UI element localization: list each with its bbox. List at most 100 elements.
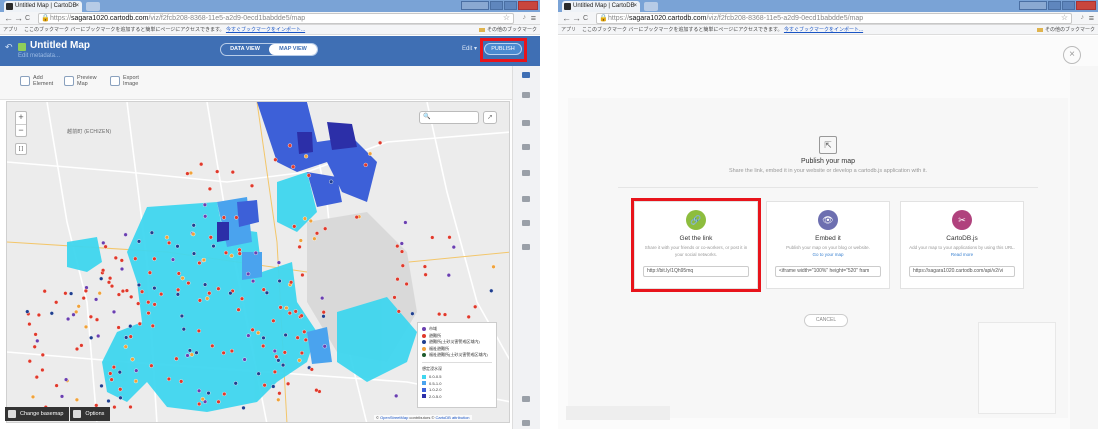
shelter-point[interactable]: [74, 346, 80, 352]
share-icon[interactable]: ➚: [483, 111, 497, 124]
close-modal-icon[interactable]: ×: [1063, 46, 1081, 64]
shelter-point[interactable]: [176, 287, 181, 292]
shelter-point[interactable]: [136, 239, 142, 244]
shelter-point[interactable]: [276, 397, 281, 402]
shelter-point[interactable]: [287, 311, 292, 316]
shelter-point[interactable]: [314, 231, 320, 236]
browser-tab[interactable]: Untitled Map | CartoDB ×: [562, 1, 640, 12]
shelter-point[interactable]: [422, 264, 427, 269]
shelter-point[interactable]: [363, 162, 368, 167]
shelter-point[interactable]: [233, 381, 238, 386]
shelter-point[interactable]: [167, 240, 172, 245]
shelter-point[interactable]: [109, 377, 114, 382]
shelter-point[interactable]: [112, 405, 117, 410]
shelter-point[interactable]: [423, 272, 428, 277]
map-title[interactable]: Untitled Map: [30, 40, 90, 51]
shelter-point[interactable]: [228, 291, 233, 296]
shelter-point[interactable]: [119, 266, 125, 272]
shelter-point[interactable]: [222, 391, 227, 397]
shelter-point[interactable]: [118, 387, 123, 392]
shelter-point[interactable]: [451, 245, 456, 250]
shelter-point[interactable]: [282, 350, 287, 355]
bookmark-star-icon[interactable]: ☆: [1061, 13, 1068, 22]
shelter-point[interactable]: [49, 311, 54, 316]
shelter-point[interactable]: [378, 140, 383, 145]
shelter-point[interactable]: [186, 281, 191, 286]
shelter-point[interactable]: [312, 236, 317, 241]
shelter-point[interactable]: [27, 359, 32, 364]
shelter-point[interactable]: [302, 216, 307, 221]
shelter-point[interactable]: [309, 367, 314, 372]
shelter-point[interactable]: [54, 383, 59, 388]
tab-close-icon[interactable]: ×: [633, 1, 637, 12]
shelter-point[interactable]: [208, 235, 213, 240]
shelter-point[interactable]: [286, 381, 291, 386]
shelter-point[interactable]: [211, 244, 216, 249]
shelter-point[interactable]: [304, 154, 309, 159]
other-bookmarks[interactable]: その他のブックマーク: [478, 25, 537, 34]
shelter-point[interactable]: [179, 313, 184, 319]
map-search-input[interactable]: 🔍: [419, 111, 479, 124]
shelter-point[interactable]: [276, 358, 281, 363]
url-input[interactable]: 🔒 https://sagara1020.cartodb.com/viz/f2f…: [596, 13, 1072, 24]
shelter-point[interactable]: [36, 312, 41, 318]
shelter-point[interactable]: [237, 247, 242, 252]
shelter-point[interactable]: [40, 352, 45, 357]
shelter-point[interactable]: [205, 296, 210, 301]
shelter-point[interactable]: [79, 343, 84, 348]
other-bookmarks[interactable]: その他のブックマーク: [1036, 25, 1095, 34]
maximize-button[interactable]: [1062, 1, 1075, 10]
shelter-point[interactable]: [242, 357, 247, 362]
shelter-point[interactable]: [152, 286, 157, 291]
shelter-point[interactable]: [215, 169, 220, 174]
shelter-point[interactable]: [124, 335, 129, 340]
shelter-point[interactable]: [35, 338, 40, 343]
shelter-point[interactable]: [250, 327, 255, 332]
shelter-point[interactable]: [264, 290, 269, 295]
shelter-point[interactable]: [322, 344, 327, 349]
shelter-point[interactable]: [71, 312, 76, 317]
filter-icon[interactable]: [522, 220, 530, 226]
reload-icon[interactable]: C: [583, 13, 588, 24]
shelter-point[interactable]: [164, 235, 169, 240]
go-to-map-link[interactable]: Go to your map: [812, 252, 843, 257]
css-icon[interactable]: [522, 170, 530, 176]
shelter-point[interactable]: [292, 224, 297, 229]
shelter-point[interactable]: [83, 288, 88, 293]
fullscreen-button[interactable]: [ ]: [15, 143, 27, 155]
shelter-point[interactable]: [321, 310, 326, 315]
embed-code-field[interactable]: <iframe width="100%" height="520" fram: [775, 266, 881, 277]
shelter-point[interactable]: [185, 353, 190, 358]
shelter-point[interactable]: [249, 183, 255, 188]
shelter-point[interactable]: [187, 348, 192, 353]
shelter-point[interactable]: [74, 397, 79, 402]
shelter-point[interactable]: [140, 289, 145, 294]
shelter-point[interactable]: [103, 244, 108, 249]
shelter-point[interactable]: [410, 311, 415, 316]
shelter-point[interactable]: [246, 333, 251, 338]
bookmark-star-icon[interactable]: ☆: [503, 13, 510, 22]
shelter-point[interactable]: [194, 350, 199, 355]
attribution-suffix[interactable]: attribution: [451, 415, 470, 420]
shelter-point[interactable]: [128, 404, 133, 410]
shelter-point[interactable]: [203, 282, 208, 287]
user-profile-button[interactable]: [461, 1, 489, 10]
import-bookmarks-link[interactable]: 今すぐブックマークをインポート...: [784, 27, 863, 33]
shelter-point[interactable]: [404, 281, 409, 287]
shelter-point[interactable]: [210, 343, 215, 348]
shelter-point[interactable]: [170, 257, 176, 262]
shelter-point[interactable]: [277, 391, 282, 396]
shelter-point[interactable]: [299, 313, 304, 318]
shelter-point[interactable]: [81, 296, 86, 301]
shelter-point[interactable]: [234, 215, 239, 220]
shelter-point[interactable]: [65, 316, 71, 322]
shelter-point[interactable]: [63, 291, 68, 296]
shelter-point[interactable]: [306, 173, 311, 178]
collapse-icon[interactable]: [522, 420, 530, 426]
shelter-point[interactable]: [94, 317, 100, 322]
shelter-point[interactable]: [246, 271, 251, 276]
shelter-point[interactable]: [281, 363, 286, 368]
shelter-point[interactable]: [394, 393, 399, 398]
shelter-point[interactable]: [197, 401, 202, 407]
legend-icon[interactable]: [522, 196, 530, 202]
